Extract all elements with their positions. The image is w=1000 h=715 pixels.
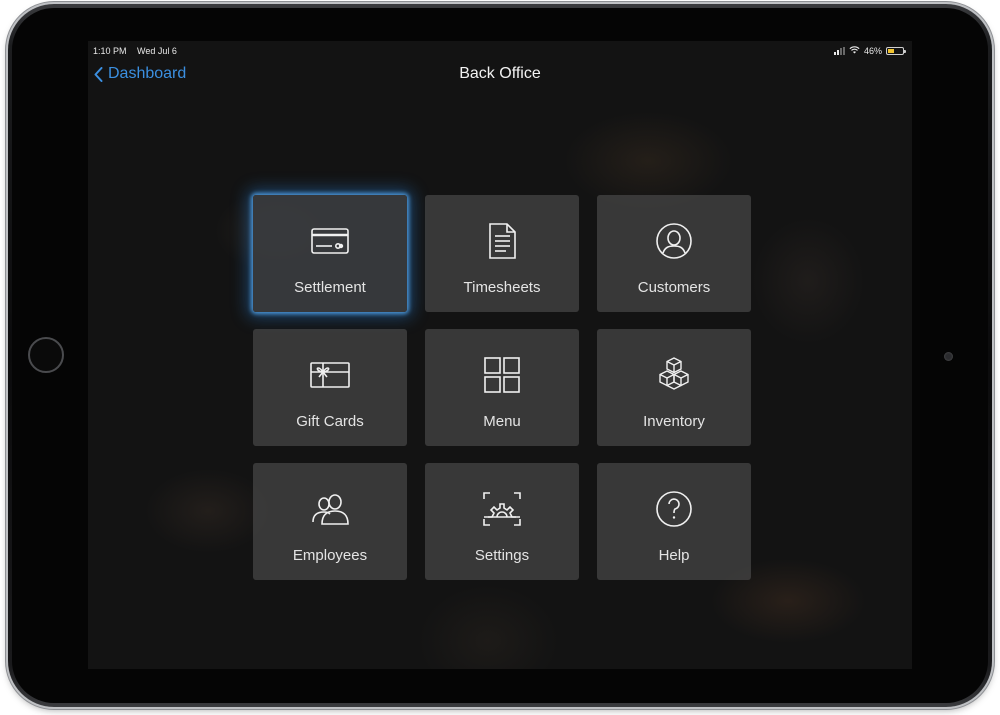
battery-icon bbox=[886, 47, 906, 55]
timesheets-tile[interactable]: Timesheets bbox=[425, 195, 579, 312]
grid-icon bbox=[484, 357, 520, 393]
gear-icon bbox=[483, 492, 521, 526]
tile-label: Employees bbox=[292, 547, 368, 564]
tile-label: Menu bbox=[483, 413, 521, 430]
employees-tile[interactable]: Employees bbox=[253, 463, 407, 580]
settlement-tile[interactable]: Settlement bbox=[253, 195, 407, 312]
wifi-icon bbox=[849, 46, 860, 56]
people-icon bbox=[312, 494, 349, 525]
tile-label: Help bbox=[658, 547, 690, 564]
tile-label: Settlement bbox=[294, 279, 366, 296]
battery-level bbox=[888, 49, 894, 53]
customers-tile[interactable]: Customers bbox=[597, 195, 751, 312]
credit-card-icon bbox=[311, 228, 349, 254]
settings-tile[interactable]: Settings bbox=[425, 463, 579, 580]
camera-icon bbox=[944, 352, 953, 361]
home-button[interactable] bbox=[28, 337, 64, 373]
boxes-icon bbox=[659, 357, 689, 390]
gift-cards-tile[interactable]: Gift Cards bbox=[253, 329, 407, 446]
nav-bar: Dashboard Back Office bbox=[88, 61, 912, 91]
user-circle-icon bbox=[656, 223, 692, 259]
tile-label: Settings bbox=[474, 547, 530, 564]
tile-label: Customers bbox=[637, 279, 711, 296]
status-time: 1:10 PM bbox=[93, 46, 127, 56]
status-bar: 1:10 PM Wed Jul 6 46% bbox=[88, 41, 912, 61]
status-date: Wed Jul 6 bbox=[137, 46, 177, 56]
signal-icon bbox=[833, 47, 845, 55]
back-office-menu-grid: Settlement Timesheets Customers Gift Car… bbox=[253, 195, 751, 580]
tile-label: Inventory bbox=[643, 413, 705, 430]
page-title: Back Office bbox=[459, 65, 541, 82]
tile-label: Timesheets bbox=[463, 279, 541, 296]
battery-percent: 46% bbox=[863, 46, 882, 56]
menu-tile[interactable]: Menu bbox=[425, 329, 579, 446]
inventory-tile[interactable]: Inventory bbox=[597, 329, 751, 446]
gift-card-icon bbox=[310, 362, 350, 388]
help-tile[interactable]: Help bbox=[597, 463, 751, 580]
screen: 1:10 PM Wed Jul 6 46% Dashboard Back Off… bbox=[88, 41, 912, 669]
question-circle-icon bbox=[656, 491, 692, 527]
tile-label: Gift Cards bbox=[296, 413, 364, 430]
document-icon bbox=[489, 223, 516, 259]
